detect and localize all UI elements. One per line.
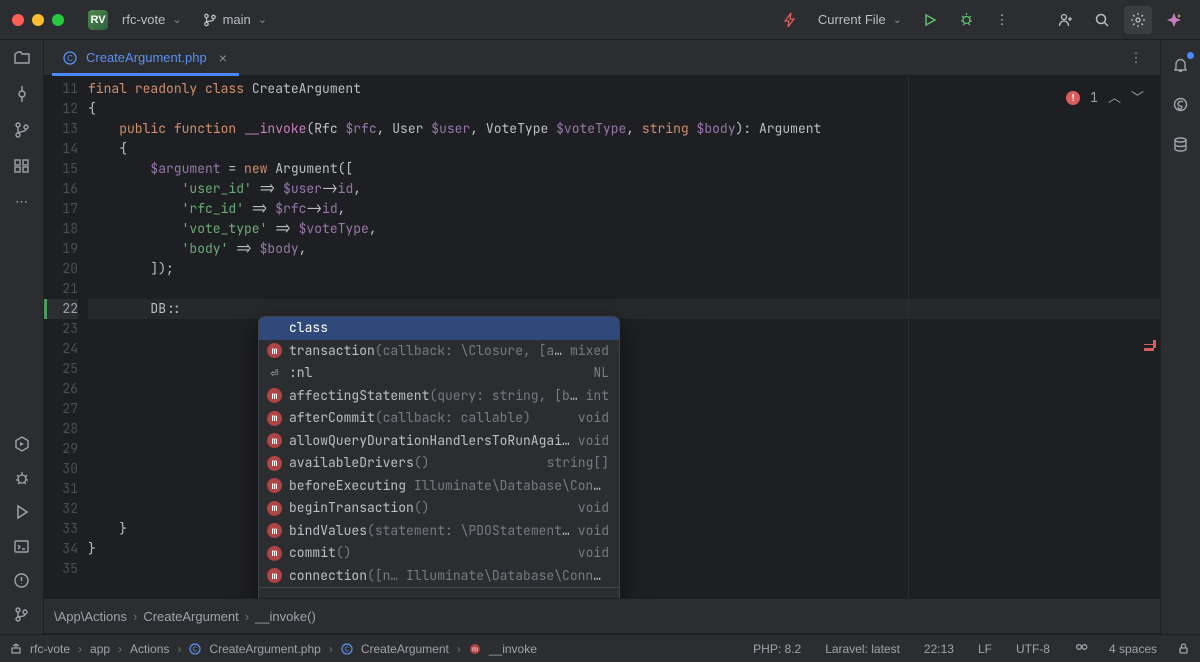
autocomplete-item[interactable]: mallowQueryDurationHandlersToRunAgain()v… bbox=[259, 430, 619, 453]
autocomplete-item[interactable]: mtransaction(callback: \Closure, [attem…… bbox=[259, 340, 619, 363]
autocomplete-item[interactable]: mconnection([n… Illuminate\Database\Conn… bbox=[259, 565, 619, 588]
chevron-down-icon[interactable]: ﹀ bbox=[1131, 88, 1144, 108]
search-icon[interactable] bbox=[1088, 6, 1116, 34]
autocomplete-item[interactable]: mbeforeExecuting Illuminate\Database\Con… bbox=[259, 475, 619, 498]
project-badge: RV bbox=[88, 10, 108, 30]
jb-ai-icon[interactable] bbox=[1160, 6, 1188, 34]
run-arrow-icon[interactable] bbox=[12, 502, 32, 522]
status-lock-icon[interactable] bbox=[1177, 642, 1190, 655]
editor-tab-label: CreateArgument.php bbox=[86, 50, 207, 65]
autocomplete-item[interactable]: mbeginTransaction()void bbox=[259, 497, 619, 520]
maximize-window-icon[interactable] bbox=[52, 14, 64, 26]
problems-icon[interactable] bbox=[12, 570, 32, 590]
minimize-window-icon[interactable] bbox=[32, 14, 44, 26]
status-encoding[interactable]: UTF-8 bbox=[1016, 642, 1050, 656]
notifications-icon[interactable] bbox=[1171, 54, 1191, 74]
svg-text:C: C bbox=[67, 54, 73, 63]
status-php[interactable]: PHP: 8.2 bbox=[753, 642, 801, 656]
terminal-icon[interactable] bbox=[12, 536, 32, 556]
close-tab-icon[interactable]: × bbox=[219, 50, 227, 66]
svg-text:C: C bbox=[344, 646, 349, 653]
breadcrumbs-bar: \App\Actions›CreateArgument›__invoke() bbox=[44, 598, 1160, 634]
status-path[interactable]: rfc-voteappActionsCCreateArgument.phpCCr… bbox=[10, 642, 537, 656]
error-count-label: 1 bbox=[1090, 88, 1098, 108]
branch-name-label: main bbox=[223, 12, 251, 27]
error-stripe-mark[interactable] bbox=[1144, 344, 1154, 345]
status-reader-icon[interactable] bbox=[1074, 641, 1089, 656]
structure-icon[interactable] bbox=[12, 156, 32, 176]
window-controls bbox=[12, 14, 64, 26]
breakpoint-exception-icon[interactable] bbox=[776, 6, 804, 34]
gutter: 1112131415161718192021222324252627282930… bbox=[44, 76, 88, 598]
commit-icon[interactable] bbox=[12, 84, 32, 104]
error-stripe-mark[interactable] bbox=[1144, 348, 1154, 351]
autocomplete-item[interactable]: mafterCommit(callback: callable)void bbox=[259, 407, 619, 430]
inspection-summary[interactable]: ! 1 ︿ ﹀ bbox=[1066, 88, 1144, 108]
ide-ai-icon[interactable] bbox=[1171, 94, 1191, 114]
editor: 1112131415161718192021222324252627282930… bbox=[44, 76, 1160, 598]
autocomplete-item[interactable]: mbindValues(statement: \PDOStatement, bi… bbox=[259, 520, 619, 543]
branch-icon bbox=[202, 12, 218, 28]
editor-tab-row: C CreateArgument.php × ⋮ bbox=[44, 40, 1160, 76]
more-actions-icon[interactable]: ⋮ bbox=[988, 6, 1016, 34]
settings-gear-icon[interactable] bbox=[1124, 6, 1152, 34]
close-window-icon[interactable] bbox=[12, 14, 24, 26]
right-margin-guide bbox=[908, 76, 909, 598]
left-tool-rail: ⋯ bbox=[0, 40, 44, 634]
svg-text:C: C bbox=[193, 646, 198, 653]
status-caret-pos[interactable]: 22:13 bbox=[924, 642, 954, 656]
status-laravel[interactable]: Laravel: latest bbox=[825, 642, 900, 656]
chevron-up-icon[interactable]: ︿ bbox=[1108, 88, 1121, 108]
error-count-icon: ! bbox=[1066, 91, 1080, 105]
right-tool-rail bbox=[1160, 40, 1200, 634]
branch-selector[interactable]: main bbox=[196, 8, 273, 32]
editor-tab[interactable]: C CreateArgument.php × bbox=[52, 40, 239, 76]
debug-button[interactable] bbox=[952, 6, 980, 34]
project-selector[interactable]: rfc-vote bbox=[116, 8, 188, 31]
autocomplete-item[interactable]: mavailableDrivers()string[] bbox=[259, 452, 619, 475]
project-icon[interactable] bbox=[12, 48, 32, 68]
status-bar: rfc-voteappActionsCCreateArgument.phpCCr… bbox=[0, 634, 1200, 662]
autocomplete-popup: classmtransaction(callback: \Closure, [a… bbox=[258, 316, 620, 641]
tab-more-icon[interactable]: ⋮ bbox=[1122, 44, 1150, 72]
services-icon[interactable] bbox=[12, 434, 32, 454]
git-icon[interactable] bbox=[12, 120, 32, 140]
class-file-icon: C bbox=[62, 50, 78, 66]
database-icon[interactable] bbox=[1171, 134, 1191, 154]
svg-text:m: m bbox=[472, 646, 478, 653]
breadcrumb-item[interactable]: \App\Actions bbox=[54, 609, 127, 624]
vcs-branch-icon[interactable] bbox=[12, 604, 32, 624]
autocomplete-item[interactable]: maffectingStatement(query: string, [bind… bbox=[259, 385, 619, 408]
autocomplete-item[interactable]: class bbox=[259, 317, 619, 340]
status-indent[interactable]: 4 spaces bbox=[1109, 642, 1157, 656]
autocomplete-item[interactable]: ⏎:nlNL bbox=[259, 362, 619, 385]
run-config-selector[interactable]: Current File bbox=[812, 8, 908, 31]
debug-bug-icon[interactable] bbox=[12, 468, 32, 488]
breadcrumb-item[interactable]: __invoke() bbox=[255, 609, 316, 624]
breadcrumb-item[interactable]: CreateArgument bbox=[143, 609, 238, 624]
code-area[interactable]: ! 1 ︿ ﹀ final readonly class CreateArgum… bbox=[88, 76, 1160, 598]
run-button[interactable] bbox=[916, 6, 944, 34]
more-horizontal-icon[interactable]: ⋯ bbox=[12, 192, 32, 212]
status-line-sep[interactable]: LF bbox=[978, 642, 992, 656]
title-bar: RV rfc-vote main Current File ⋮ bbox=[0, 0, 1200, 40]
guest-icon[interactable] bbox=[1052, 6, 1080, 34]
autocomplete-item[interactable]: mcommit()void bbox=[259, 542, 619, 565]
